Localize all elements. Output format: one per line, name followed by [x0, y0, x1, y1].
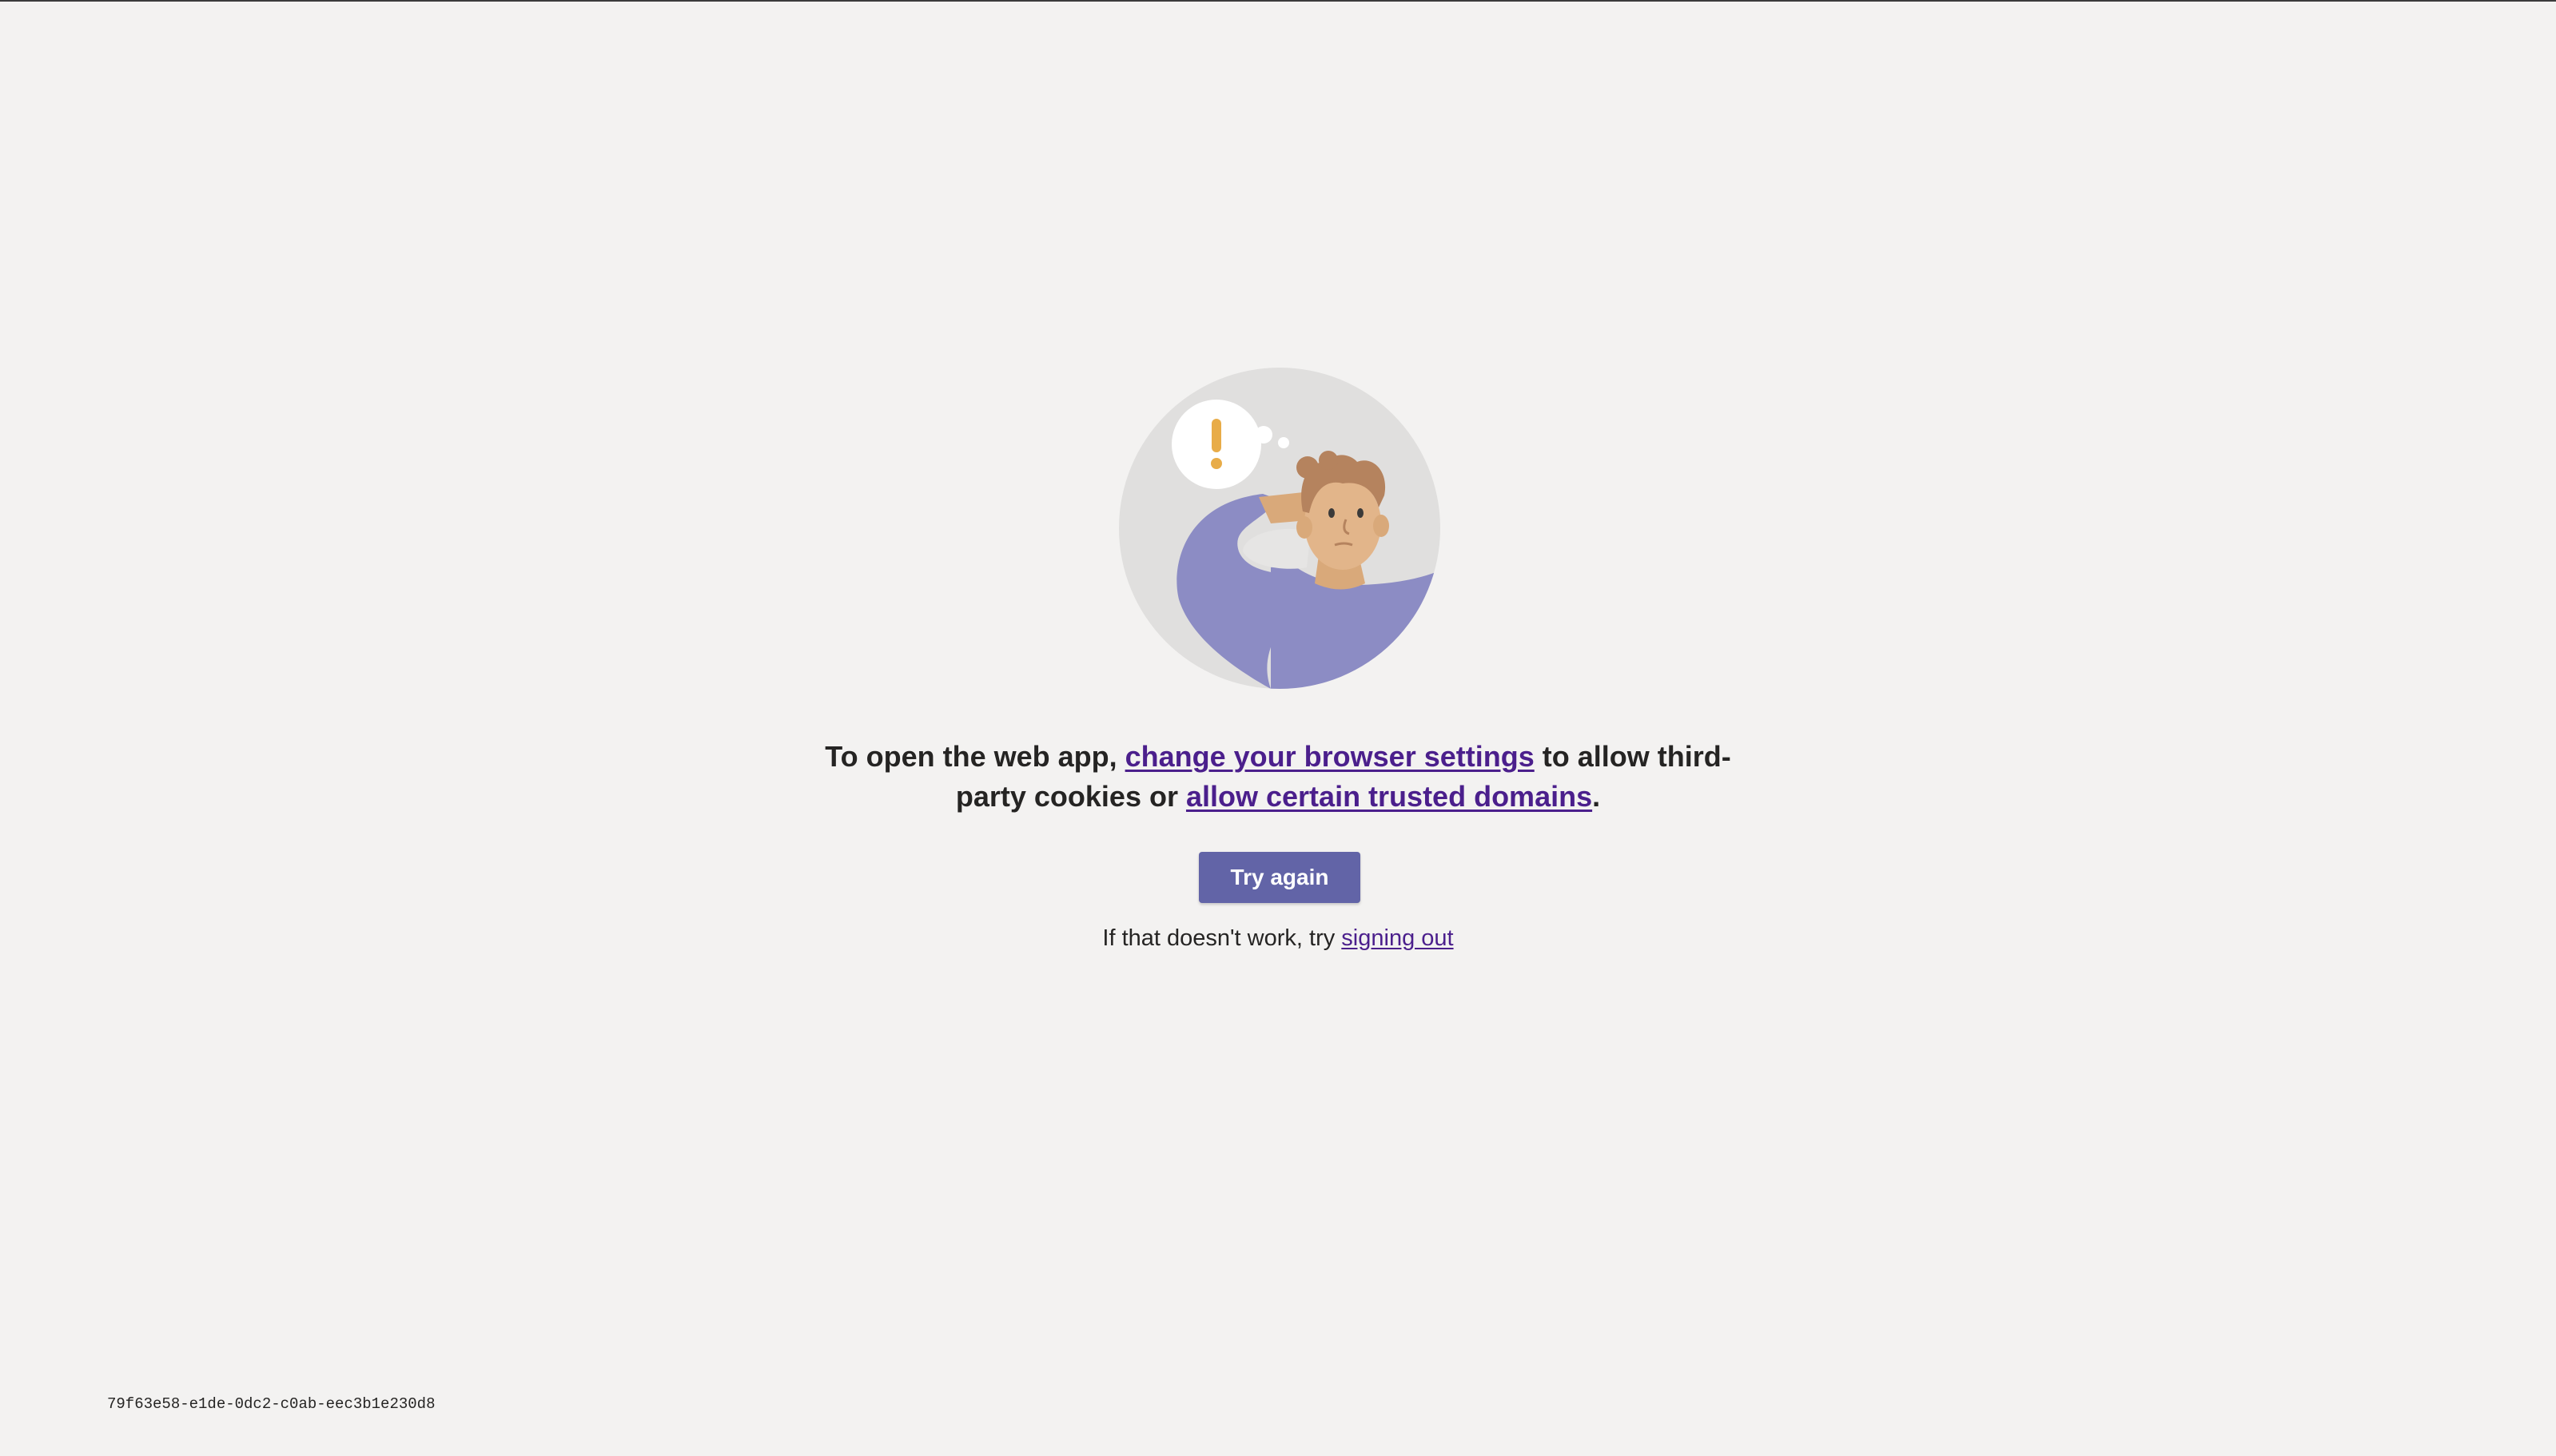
sign-out-hint: If that doesn't work, try signing out [799, 925, 1757, 952]
change-browser-settings-link[interactable]: change your browser settings [1125, 740, 1535, 773]
session-id: 79f63e58-e1de-0dc2-c0ab-eec3b1e230d8 [107, 1395, 436, 1413]
signing-out-link[interactable]: signing out [1341, 925, 1453, 951]
try-again-button[interactable]: Try again [1199, 852, 1360, 903]
message-suffix: . [1592, 780, 1601, 813]
message-prefix: To open the web app, [825, 740, 1125, 773]
cookie-error-message: To open the web app, change your browser… [799, 737, 1757, 817]
confused-person-illustration [1119, 368, 1440, 689]
top-border [0, 0, 2556, 2]
hint-text: If that doesn't work, try [1102, 925, 1342, 951]
allow-trusted-domains-link[interactable]: allow certain trusted domains [1186, 780, 1592, 813]
